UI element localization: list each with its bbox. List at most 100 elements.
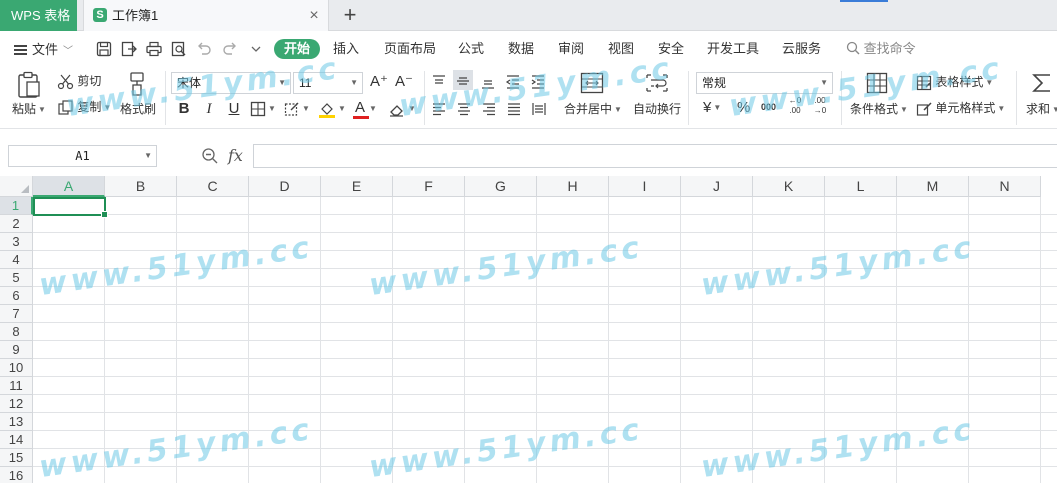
save-icon[interactable] bbox=[95, 40, 113, 58]
tab-home[interactable]: 开始 bbox=[274, 39, 321, 59]
row-header-2[interactable]: 2 bbox=[0, 215, 33, 233]
row-header-8[interactable]: 8 bbox=[0, 323, 33, 341]
paste-big-icon[interactable] bbox=[16, 71, 42, 99]
command-search[interactable]: 查找命令 bbox=[846, 39, 916, 59]
row-header-15[interactable]: 15 bbox=[0, 449, 33, 467]
active-cell-selection[interactable] bbox=[33, 197, 108, 218]
wps-home-tab[interactable]: WPS 表格 bbox=[0, 0, 77, 31]
conditional-format-button[interactable]: 条件格式 ▼ bbox=[850, 100, 908, 119]
distributed-button[interactable] bbox=[531, 99, 547, 117]
align-top-button[interactable] bbox=[431, 72, 447, 90]
column-header-k[interactable]: K bbox=[753, 176, 825, 197]
align-bottom-button[interactable] bbox=[480, 72, 496, 90]
document-tab[interactable]: S 工作簿1 × bbox=[83, 0, 329, 31]
row-header-1[interactable]: 1 bbox=[0, 197, 33, 215]
tab-review[interactable]: 审阅 bbox=[558, 39, 584, 59]
italic-button[interactable]: I bbox=[199, 99, 219, 119]
tab-formulas[interactable]: 公式 bbox=[458, 39, 484, 59]
export-pdf-icon[interactable] bbox=[120, 40, 138, 58]
align-right-button[interactable] bbox=[481, 99, 497, 117]
tab-insert[interactable]: 插入 bbox=[333, 39, 359, 59]
cell-format-button[interactable]: ▼ bbox=[284, 99, 310, 118]
file-menu-button[interactable]: 文件 ﹀ bbox=[14, 40, 73, 60]
column-header-j[interactable]: J bbox=[681, 176, 753, 197]
select-all-corner[interactable] bbox=[0, 176, 33, 197]
undo-icon[interactable] bbox=[195, 40, 213, 58]
tab-data[interactable]: 数据 bbox=[508, 39, 534, 59]
formula-input[interactable] bbox=[253, 144, 1057, 168]
row-header-13[interactable]: 13 bbox=[0, 413, 33, 431]
row-header-9[interactable]: 9 bbox=[0, 341, 33, 359]
row-header-14[interactable]: 14 bbox=[0, 431, 33, 449]
sum-button[interactable]: 求和 ▼ bbox=[1026, 100, 1057, 119]
increase-decimal-button[interactable]: ←0 .00 bbox=[786, 96, 804, 116]
row-header-7[interactable]: 7 bbox=[0, 305, 33, 323]
wrap-text-button[interactable]: 自动换行 bbox=[633, 100, 681, 118]
increase-font-size-button[interactable]: A⁺ bbox=[369, 72, 389, 92]
column-header-b[interactable]: B bbox=[105, 176, 177, 197]
paste-button[interactable]: 粘贴 ▼ bbox=[12, 100, 46, 119]
font-color-button[interactable]: A ▼ bbox=[353, 99, 377, 119]
number-format-select[interactable]: 常规 ▼ bbox=[696, 72, 833, 94]
tab-developer[interactable]: 开发工具 bbox=[707, 39, 759, 59]
tab-cloud-services[interactable]: 云服务 bbox=[782, 39, 821, 59]
format-painter-button[interactable]: 格式刷 bbox=[120, 100, 156, 118]
font-size-select[interactable]: 11 ▼ bbox=[293, 72, 363, 94]
row-header-6[interactable]: 6 bbox=[0, 287, 33, 305]
column-header-m[interactable]: M bbox=[897, 176, 969, 197]
name-box[interactable]: A1 ▼ bbox=[8, 145, 157, 167]
column-header-n[interactable]: N bbox=[969, 176, 1041, 197]
column-header-g[interactable]: G bbox=[465, 176, 537, 197]
copy-button[interactable]: 复制 ▼ bbox=[57, 98, 111, 117]
format-painter-icon[interactable] bbox=[126, 71, 148, 97]
percent-button[interactable]: % bbox=[737, 99, 750, 117]
table-style-button[interactable]: 表格样式 ▼ bbox=[916, 73, 993, 92]
customize-toolbar-icon[interactable] bbox=[247, 40, 265, 58]
column-header-c[interactable]: C bbox=[177, 176, 249, 197]
cell-style-button[interactable]: 单元格样式 ▼ bbox=[916, 99, 1005, 118]
column-header-e[interactable]: E bbox=[321, 176, 393, 197]
column-header-d[interactable]: D bbox=[249, 176, 321, 197]
merge-center-big-icon[interactable] bbox=[580, 72, 604, 94]
clear-button[interactable]: ▼ bbox=[388, 99, 416, 118]
spreadsheet-grid[interactable]: ABCDEFGHIJKLMN 1 2 3 4 5 6 7 8 9 10 11 12 13 14 15 16 w… bbox=[0, 176, 1057, 483]
decrease-indent-button[interactable] bbox=[505, 72, 521, 90]
tab-view[interactable]: 视图 bbox=[608, 39, 634, 59]
column-header-i[interactable]: I bbox=[609, 176, 681, 197]
column-header-l[interactable]: L bbox=[825, 176, 897, 197]
merge-center-button[interactable]: 合并居中 ▼ bbox=[564, 100, 622, 119]
borders-button[interactable]: ▼ bbox=[250, 99, 276, 118]
thousands-separator-button[interactable]: 000 bbox=[761, 98, 776, 116]
print-preview-icon[interactable] bbox=[170, 40, 188, 58]
close-tab-icon[interactable]: × bbox=[306, 0, 322, 31]
insert-function-button[interactable]: fx bbox=[228, 145, 243, 167]
currency-button[interactable]: ¥ ▼ bbox=[703, 99, 721, 117]
fill-color-button[interactable]: ▼ bbox=[318, 99, 346, 118]
bold-button[interactable]: B bbox=[174, 99, 194, 119]
cell-area[interactable] bbox=[33, 197, 1057, 483]
decrease-decimal-button[interactable]: .00 →0 bbox=[811, 96, 829, 116]
column-header-h[interactable]: H bbox=[537, 176, 609, 197]
tab-security[interactable]: 安全 bbox=[658, 39, 684, 59]
zoom-icon[interactable] bbox=[201, 147, 219, 165]
row-header-4[interactable]: 4 bbox=[0, 251, 33, 269]
font-name-select[interactable]: 宋体 ▼ bbox=[171, 72, 291, 94]
sum-big-icon[interactable] bbox=[1030, 71, 1054, 95]
row-header-3[interactable]: 3 bbox=[0, 233, 33, 251]
new-tab-button[interactable]: + bbox=[340, 0, 360, 30]
print-icon[interactable] bbox=[145, 40, 163, 58]
column-header-a[interactable]: A bbox=[33, 176, 105, 197]
row-header-12[interactable]: 12 bbox=[0, 395, 33, 413]
tab-page-layout[interactable]: 页面布局 bbox=[384, 39, 436, 59]
redo-icon[interactable] bbox=[221, 40, 239, 58]
row-header-16[interactable]: 16 bbox=[0, 467, 33, 483]
align-middle-button[interactable] bbox=[453, 70, 473, 90]
wrap-text-big-icon[interactable] bbox=[645, 72, 669, 94]
column-header-f[interactable]: F bbox=[393, 176, 465, 197]
decrease-font-size-button[interactable]: A⁻ bbox=[394, 72, 414, 92]
conditional-format-big-icon[interactable] bbox=[866, 72, 888, 94]
row-header-10[interactable]: 10 bbox=[0, 359, 33, 377]
row-header-5[interactable]: 5 bbox=[0, 269, 33, 287]
underline-button[interactable]: U bbox=[224, 99, 244, 119]
align-left-button[interactable] bbox=[431, 99, 447, 117]
